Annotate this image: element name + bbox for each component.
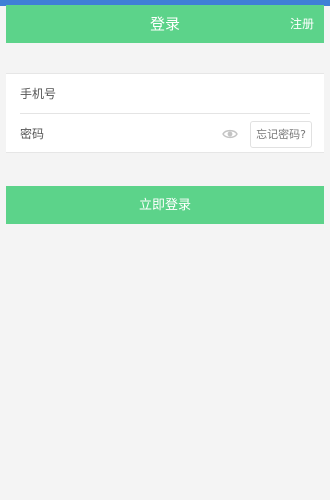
page-title: 登录 xyxy=(149,15,180,33)
forgot-password-button[interactable]: 忘记密码? xyxy=(250,121,312,148)
phone-row xyxy=(6,74,324,114)
login-form: 忘记密码? xyxy=(6,73,324,154)
login-button[interactable]: 立即登录 xyxy=(6,186,324,224)
password-input[interactable] xyxy=(20,114,220,154)
register-button[interactable]: 注册 xyxy=(290,5,314,43)
password-row: 忘记密码? xyxy=(6,114,324,154)
eye-icon[interactable] xyxy=(222,127,238,141)
phone-input[interactable] xyxy=(20,74,220,114)
app-header: 登录 注册 xyxy=(6,5,324,43)
